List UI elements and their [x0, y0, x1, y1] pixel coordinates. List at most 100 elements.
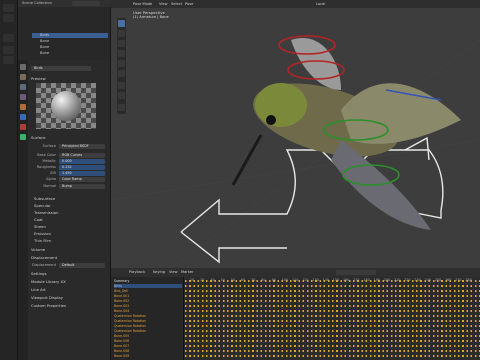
custom-properties-header[interactable]: Custom Properties	[31, 303, 66, 308]
channel-row[interactable]: Bird_Dell	[114, 289, 182, 293]
subsection-emission[interactable]: Emission	[34, 231, 51, 236]
tool-icon[interactable]	[3, 4, 14, 12]
keyframe-row[interactable]	[185, 320, 480, 323]
3d-viewport[interactable]	[111, 0, 480, 268]
module-library-header[interactable]: Module Library XX	[31, 279, 66, 284]
subsection-thin-film[interactable]: Thin Film	[34, 238, 51, 243]
outliner-search[interactable]	[72, 1, 100, 6]
channel-row[interactable]: Bone.007	[114, 344, 182, 348]
data-tab-icon[interactable]	[20, 134, 26, 140]
keyframe-row[interactable]	[185, 285, 480, 288]
render-tab-icon[interactable]	[20, 74, 26, 80]
normal-field[interactable]: Bump	[59, 184, 105, 189]
material-tab-icon[interactable]	[20, 124, 26, 130]
keyframe-area[interactable]	[185, 277, 480, 360]
keyframe-row[interactable]	[185, 350, 480, 353]
viewport-display-header[interactable]: Viewport Display	[31, 295, 63, 300]
pose-menu[interactable]: Pose	[185, 1, 193, 7]
subsection-coat[interactable]: Coat	[34, 217, 43, 222]
bird-head[interactable]	[255, 83, 307, 127]
channel-row[interactable]: Bone.009	[114, 354, 182, 358]
subsection-subsurface[interactable]: Subsurface	[34, 196, 55, 201]
keyframe-row[interactable]	[185, 355, 480, 358]
keying-menu[interactable]: Keying	[153, 269, 165, 275]
frame-number: 110	[292, 278, 299, 282]
base-color-field[interactable]: RGB Curves	[59, 153, 105, 158]
channel-row[interactable]: Summary	[114, 279, 182, 283]
keyframe-row[interactable]	[185, 340, 480, 343]
scene-tab-icon[interactable]	[20, 94, 26, 100]
channel-row[interactable]: Bone.004	[114, 309, 182, 313]
keyframe-row[interactable]	[185, 300, 480, 303]
roughness-field[interactable]: 0.232	[59, 165, 105, 170]
keyframe-row[interactable]	[185, 290, 480, 293]
playback-menu[interactable]: Playback	[129, 269, 145, 275]
subsection-sheen[interactable]: Sheen	[34, 224, 46, 229]
bone-tool-icon[interactable]	[118, 104, 125, 111]
keyframe-row[interactable]	[185, 325, 480, 328]
channel-row[interactable]: Bone.005	[114, 334, 182, 338]
outliner-row[interactable]: Bone	[32, 45, 108, 50]
channel-row[interactable]: Bone.006	[114, 339, 182, 343]
preview-header[interactable]: Preview	[31, 76, 46, 81]
ior-field[interactable]: 1.450	[59, 171, 105, 176]
surface-header[interactable]: Surface	[31, 135, 45, 140]
view-menu[interactable]: View	[159, 1, 168, 7]
outliner-row[interactable]: Bone	[32, 39, 108, 44]
keyframe-row[interactable]	[185, 305, 480, 308]
metallic-field[interactable]: 0.000	[59, 159, 105, 164]
output-tab-icon[interactable]	[20, 84, 26, 90]
keyframe-row[interactable]	[185, 345, 480, 348]
view-menu[interactable]: View	[169, 269, 178, 275]
displacement-field[interactable]: Default	[59, 263, 105, 268]
channel-row[interactable]: Bone.003	[114, 304, 182, 308]
channel-row[interactable]: Bone.008	[114, 349, 182, 353]
select-menu[interactable]: Select	[171, 1, 182, 7]
transform-tool-icon[interactable]	[118, 70, 125, 77]
volume-header[interactable]: Volume	[31, 247, 45, 252]
settings-header[interactable]: Settings	[31, 271, 47, 276]
object-field[interactable]: Birds	[31, 66, 91, 71]
tool-icon[interactable]	[3, 46, 14, 54]
displacement-header[interactable]: Displacement	[31, 255, 57, 260]
scale-tool-icon[interactable]	[118, 60, 125, 67]
keyframe-row[interactable]	[185, 330, 480, 333]
modifier-tab-icon[interactable]	[20, 114, 26, 120]
keyframe-row[interactable]	[185, 310, 480, 313]
keyframe-row[interactable]	[185, 295, 480, 298]
channel-row[interactable]: Quaternion Rotation	[114, 319, 182, 323]
move-tool-icon[interactable]	[118, 40, 125, 47]
keyframe-row[interactable]	[185, 335, 480, 338]
frame-number: 200	[383, 278, 391, 282]
tool-icon[interactable]	[3, 34, 14, 42]
mode-menu[interactable]: Pose Mode	[133, 1, 152, 7]
tool-icon[interactable]	[3, 14, 14, 22]
channel-row[interactable]: Quaternion Rotation	[114, 324, 182, 328]
annotate-tool-icon[interactable]	[118, 82, 125, 89]
transform-orientation[interactable]: Local	[316, 1, 325, 7]
alpha-field[interactable]: Color Ramp	[59, 177, 105, 182]
channel-row[interactable]: Bone.001	[114, 294, 182, 298]
select-tool-icon[interactable]	[118, 20, 125, 27]
outliner-row[interactable]: Birds	[32, 33, 108, 38]
tool-tab-icon[interactable]	[20, 64, 26, 70]
subsection-specular[interactable]: Specular	[34, 203, 51, 208]
line-art-header[interactable]: Line Art	[31, 287, 46, 292]
frame-number: 250	[434, 278, 442, 282]
surface-field[interactable]: Principled BSDF	[59, 144, 105, 149]
channel-row[interactable]: Bone.002	[114, 299, 182, 303]
channel-row[interactable]: Quaternion Rotation	[114, 314, 182, 318]
channel-row[interactable]: Birds	[114, 284, 182, 289]
cursor-tool-icon[interactable]	[118, 30, 125, 37]
marker-menu[interactable]: Marker	[181, 269, 193, 275]
playback-controls[interactable]	[336, 270, 376, 275]
measure-tool-icon[interactable]	[118, 92, 125, 99]
bird-wing[interactable]	[291, 38, 341, 90]
keyframe-row[interactable]	[185, 315, 480, 318]
tool-icon[interactable]	[3, 56, 14, 64]
channel-row[interactable]: Quaternion Rotation	[114, 329, 182, 333]
outliner-row[interactable]: Bone	[32, 51, 108, 56]
object-tab-icon[interactable]	[20, 104, 26, 110]
subsection-transmission[interactable]: Transmission	[34, 210, 59, 215]
rotate-tool-icon[interactable]	[118, 50, 125, 57]
